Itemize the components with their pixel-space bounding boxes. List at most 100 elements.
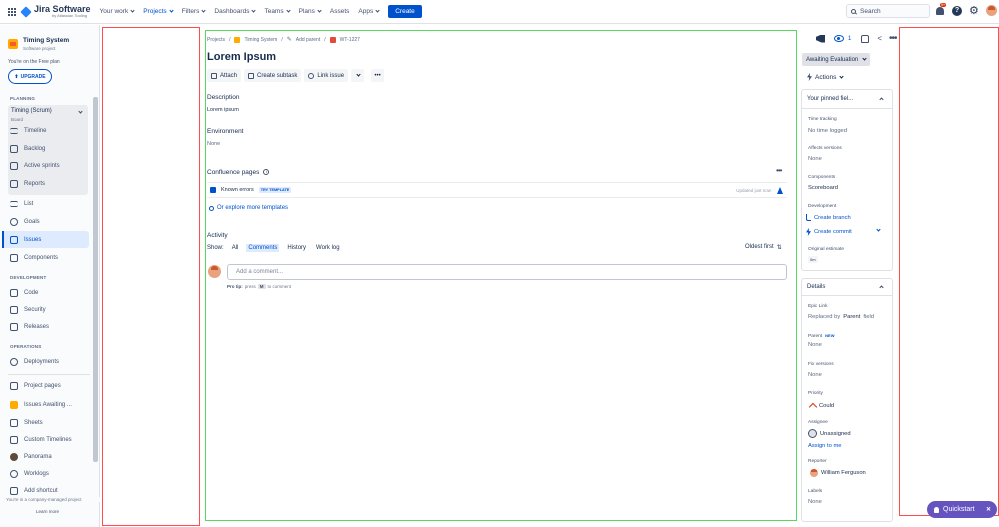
sidebar-item-active-sprints[interactable]: Active sprints [10, 162, 60, 170]
project-header[interactable]: Timing System Software project [8, 37, 69, 51]
quickstart-button[interactable]: Quickstart ✕ [927, 501, 997, 518]
sidebar-item-issues[interactable]: Issues [10, 236, 41, 244]
sort-order-button[interactable]: Oldest first ⇅ [745, 244, 782, 251]
sidebar-item-worklogs[interactable]: Worklogs [10, 470, 49, 478]
board-subtitle: Board [11, 117, 24, 122]
description-value[interactable]: Lorem ipsum [207, 107, 239, 113]
confluence-more-icon[interactable]: ••• [776, 166, 782, 175]
nav-your-work[interactable]: Your work [100, 8, 135, 15]
nav-assets[interactable]: Assets [330, 8, 350, 15]
original-estimate-label: Original estimate [808, 247, 844, 252]
search-input[interactable]: Search [846, 4, 930, 18]
sidebar-item-code[interactable]: Code [10, 289, 38, 297]
create-commit-link[interactable]: Create commit [806, 228, 852, 236]
nav-apps[interactable]: Apps [358, 8, 380, 15]
nav-dashboards[interactable]: Dashboards [214, 8, 257, 15]
comment-input[interactable]: Add a comment... [227, 264, 787, 280]
time-tracking-label: Time tracking [808, 117, 837, 122]
help-icon[interactable]: ? [952, 6, 962, 16]
sidebar-item-deployments[interactable]: Deployments [10, 358, 59, 366]
watch-icon[interactable] [834, 35, 844, 42]
sidebar-item-issues-awaiting[interactable]: Issues Awaiting ... [10, 401, 72, 409]
nav-teams[interactable]: Teams [264, 8, 291, 15]
confluence-page-icon [210, 187, 216, 193]
sidebar-item-components[interactable]: Components [10, 254, 58, 262]
breadcrumb-add-parent[interactable]: Add parent [296, 37, 320, 43]
environment-value[interactable]: None [207, 141, 220, 147]
sidebar-item-panorama[interactable]: Panorama [10, 453, 52, 461]
project-avatar-icon [8, 39, 18, 49]
sidebar-item-releases[interactable]: Releases [10, 323, 49, 331]
sidebar-item-reports[interactable]: Reports [10, 180, 45, 188]
try-template-badge[interactable]: TRY TEMPLATE [258, 187, 292, 193]
status-dropdown[interactable]: Awaiting Evaluation [802, 53, 871, 66]
activity-tab-all[interactable]: All [230, 244, 241, 252]
more-actions-button[interactable]: ••• [371, 69, 385, 82]
breadcrumb-project[interactable]: Timing System [244, 37, 277, 43]
create-subtask-button[interactable]: Create subtask [244, 69, 302, 82]
jira-logo[interactable]: Jira Software by Atlassian Tooling [20, 5, 91, 18]
create-branch-link[interactable]: Create branch [806, 214, 851, 221]
assignee-value[interactable]: Unassigned [808, 429, 851, 438]
priority-value[interactable]: Could [808, 401, 834, 412]
megaphone-icon[interactable] [816, 34, 825, 43]
upgrade-button[interactable]: ⬆ UPGRADE [8, 69, 52, 84]
nav-projects[interactable]: Projects [143, 8, 174, 15]
gear-icon[interactable]: ⚙ [969, 6, 979, 17]
link-issue-button[interactable]: Link issue [304, 69, 349, 82]
breadcrumb-issue-key[interactable]: WT-1227 [340, 37, 360, 43]
annotation-left-box [102, 27, 200, 526]
sidebar-item-security[interactable]: Security [10, 306, 46, 314]
components-value[interactable]: Scoreboard [808, 185, 838, 191]
actions-button[interactable]: Actions [807, 73, 844, 81]
affects-versions-value[interactable]: None [808, 156, 822, 162]
vote-icon[interactable] [861, 34, 870, 43]
sidebar-scrollbar[interactable] [93, 97, 98, 462]
confluence-page-row[interactable]: Known errors TRY TEMPLATE Updated just n… [207, 182, 787, 198]
issue-toolbar: Attach Create subtask Link issue ••• [207, 69, 385, 82]
sidebar-item-sheets[interactable]: Sheets [10, 419, 43, 427]
notifications-bell-icon[interactable]: 9+ [935, 3, 946, 16]
activity-tab-history[interactable]: History [285, 244, 308, 252]
chevron-down-icon [839, 73, 844, 79]
pinned-fields-title[interactable]: Your pinned fiel... [807, 96, 853, 102]
app-switcher-icon[interactable] [8, 7, 16, 16]
panel-divider [802, 108, 892, 109]
profile-avatar[interactable] [986, 5, 997, 16]
activity-filter: Show: All Comments History Work log [207, 244, 342, 252]
issue-title[interactable]: Lorem Ipsum [207, 51, 276, 63]
sidebar-item-project-pages[interactable]: Project pages [10, 382, 61, 390]
board-title[interactable]: Timing (Scrum) [11, 108, 52, 114]
activity-tab-worklog[interactable]: Work log [314, 244, 342, 252]
sidebar-item-timeline[interactable]: Timeline [10, 128, 46, 134]
create-button[interactable]: Create [388, 5, 422, 18]
sidebar-item-add-shortcut[interactable]: Add shortcut [10, 487, 58, 495]
share-icon[interactable]: < [877, 34, 882, 43]
fix-versions-value[interactable]: None [808, 372, 822, 378]
time-tracking-value[interactable]: No time logged [808, 128, 847, 134]
learn-more-link[interactable]: Learn more [36, 509, 59, 514]
chevron-down-icon [355, 72, 361, 77]
sidebar-item-custom-timelines[interactable]: Custom Timelines [10, 436, 72, 444]
sidebar-item-goals[interactable]: Goals [10, 218, 40, 226]
assign-to-me-link[interactable]: Assign to me [808, 443, 842, 449]
details-title[interactable]: Details [807, 284, 825, 290]
nav-filters[interactable]: Filters [182, 8, 207, 15]
chevron-down-icon[interactable] [78, 109, 83, 114]
breadcrumb-projects[interactable]: Projects [207, 37, 225, 43]
explore-templates-link[interactable]: Or explore more templates [209, 205, 288, 211]
reporter-value[interactable]: William Ferguson [810, 469, 866, 477]
epic-link-value: Replaced by Parent field [808, 314, 874, 320]
close-icon[interactable]: ✕ [986, 506, 991, 513]
labels-value[interactable]: None [808, 499, 822, 505]
sidebar-item-list[interactable]: List [10, 201, 33, 207]
parent-value[interactable]: None [808, 342, 822, 348]
activity-tab-comments[interactable]: Comments [246, 244, 280, 252]
original-estimate-value[interactable]: 0m [808, 256, 818, 263]
more-icon[interactable]: ••• [889, 33, 897, 43]
sidebar-item-backlog[interactable]: Backlog [10, 145, 45, 153]
link-issue-dropdown[interactable] [351, 69, 365, 82]
confluence-page-title[interactable]: Known errors [221, 187, 254, 193]
attach-button[interactable]: Attach [207, 69, 242, 82]
nav-plans[interactable]: Plans [299, 8, 322, 15]
